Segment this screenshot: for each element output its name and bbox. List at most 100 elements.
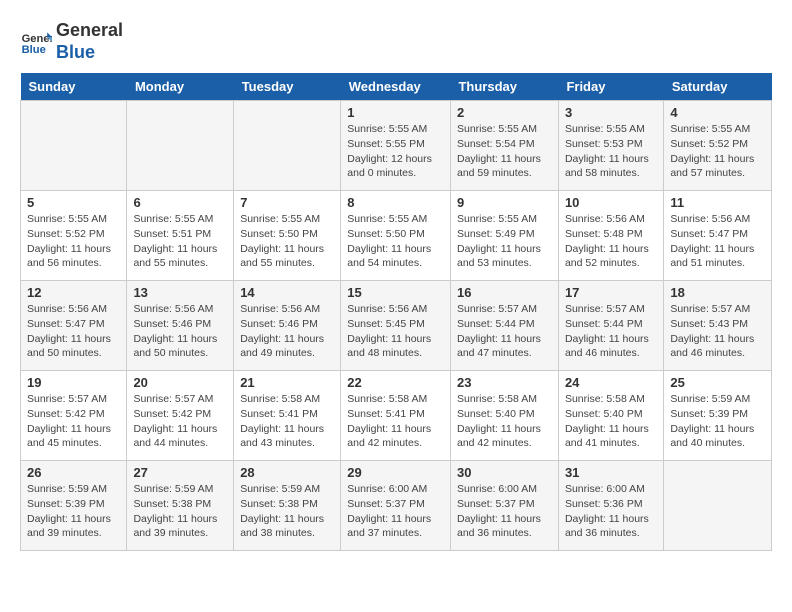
- calendar-cell: 28 Sunrise: 5:59 AMSunset: 5:38 PMDayligh…: [234, 461, 341, 551]
- day-number: 30: [457, 465, 552, 480]
- day-number: 10: [565, 195, 657, 210]
- calendar-cell: 2Sunrise: 5:55 AMSunset: 5:54 PMDaylight…: [450, 101, 558, 191]
- day-info: Sunrise: 5:58 AMSunset: 5:40 PMDaylight:…: [565, 392, 657, 451]
- day-number: 15: [347, 285, 444, 300]
- weekday-header-thursday: Thursday: [450, 73, 558, 101]
- day-number: 9: [457, 195, 552, 210]
- svg-text:Blue: Blue: [22, 44, 46, 56]
- day-number: 25: [670, 375, 765, 390]
- day-info: Sunrise: 6:00 AMSunset: 5:36 PMDaylight:…: [565, 482, 657, 541]
- day-info: Sunrise: 5:59 AMSunset: 5:38 PMDaylight:…: [133, 482, 227, 541]
- weekday-header-tuesday: Tuesday: [234, 73, 341, 101]
- calendar-cell: 25 Sunrise: 5:59 AMSunset: 5:39 PMDayligh…: [664, 371, 772, 461]
- calendar-cell: 4 Sunrise: 5:55 AMSunset: 5:52 PMDaylight…: [664, 101, 772, 191]
- calendar-cell: 16Sunrise: 5:57 AMSunset: 5:44 PMDayligh…: [450, 281, 558, 371]
- calendar-cell: 11 Sunrise: 5:56 AMSunset: 5:47 PMDayligh…: [664, 191, 772, 281]
- calendar-week-row: 19 Sunrise: 5:57 AMSunset: 5:42 PMDayligh…: [21, 371, 772, 461]
- day-number: 28: [240, 465, 334, 480]
- weekday-header-friday: Friday: [558, 73, 663, 101]
- day-number: 14: [240, 285, 334, 300]
- calendar-cell: 17 Sunrise: 5:57 AMSunset: 5:44 PMDayligh…: [558, 281, 663, 371]
- calendar-table: SundayMondayTuesdayWednesdayThursdayFrid…: [20, 73, 772, 551]
- day-info: Sunrise: 5:55 AMSunset: 5:52 PMDaylight:…: [670, 122, 765, 181]
- day-number: 8: [347, 195, 444, 210]
- day-info: Sunrise: 5:57 AMSunset: 5:42 PMDaylight:…: [133, 392, 227, 451]
- calendar-week-row: 5Sunrise: 5:55 AMSunset: 5:52 PMDaylight…: [21, 191, 772, 281]
- day-number: 16: [457, 285, 552, 300]
- day-number: 21: [240, 375, 334, 390]
- day-number: 22: [347, 375, 444, 390]
- day-info: Sunrise: 5:58 AMSunset: 5:41 PMDaylight:…: [347, 392, 444, 451]
- day-info: Sunrise: 5:55 AMSunset: 5:52 PMDaylight:…: [27, 212, 120, 271]
- calendar-cell: 7Sunrise: 5:55 AMSunset: 5:50 PMDaylight…: [234, 191, 341, 281]
- day-number: 24: [565, 375, 657, 390]
- day-info: Sunrise: 5:57 AMSunset: 5:43 PMDaylight:…: [670, 302, 765, 361]
- day-number: 13: [133, 285, 227, 300]
- logo-icon: General Blue: [20, 26, 52, 58]
- day-number: 18: [670, 285, 765, 300]
- calendar-cell: 22 Sunrise: 5:58 AMSunset: 5:41 PMDayligh…: [341, 371, 451, 461]
- day-info: Sunrise: 5:56 AMSunset: 5:46 PMDaylight:…: [240, 302, 334, 361]
- day-number: 27: [133, 465, 227, 480]
- calendar-cell: 1 Sunrise: 5:55 AMSunset: 5:55 PMDaylight…: [341, 101, 451, 191]
- calendar-cell: 12 Sunrise: 5:56 AMSunset: 5:47 PMDayligh…: [21, 281, 127, 371]
- calendar-cell: 6Sunrise: 5:55 AMSunset: 5:51 PMDaylight…: [127, 191, 234, 281]
- calendar-cell: 29 Sunrise: 6:00 AMSunset: 5:37 PMDayligh…: [341, 461, 451, 551]
- calendar-cell: 9 Sunrise: 5:55 AMSunset: 5:49 PMDaylight…: [450, 191, 558, 281]
- calendar-cell: 18 Sunrise: 5:57 AMSunset: 5:43 PMDayligh…: [664, 281, 772, 371]
- day-number: 4: [670, 105, 765, 120]
- calendar-week-row: 26 Sunrise: 5:59 AMSunset: 5:39 PMDayligh…: [21, 461, 772, 551]
- calendar-cell: 3Sunrise: 5:55 AMSunset: 5:53 PMDaylight…: [558, 101, 663, 191]
- calendar-cell: 30Sunrise: 6:00 AMSunset: 5:37 PMDayligh…: [450, 461, 558, 551]
- day-number: 1: [347, 105, 444, 120]
- calendar-cell: 24 Sunrise: 5:58 AMSunset: 5:40 PMDayligh…: [558, 371, 663, 461]
- weekday-header-wednesday: Wednesday: [341, 73, 451, 101]
- day-number: 20: [133, 375, 227, 390]
- calendar-cell: 20 Sunrise: 5:57 AMSunset: 5:42 PMDayligh…: [127, 371, 234, 461]
- calendar-cell: [127, 101, 234, 191]
- day-number: 17: [565, 285, 657, 300]
- day-number: 2: [457, 105, 552, 120]
- day-number: 23: [457, 375, 552, 390]
- calendar-cell: [234, 101, 341, 191]
- day-info: Sunrise: 5:59 AMSunset: 5:39 PMDaylight:…: [670, 392, 765, 451]
- calendar-cell: 15 Sunrise: 5:56 AMSunset: 5:45 PMDayligh…: [341, 281, 451, 371]
- calendar-cell: 13 Sunrise: 5:56 AMSunset: 5:46 PMDayligh…: [127, 281, 234, 371]
- weekday-header-sunday: Sunday: [21, 73, 127, 101]
- day-number: 26: [27, 465, 120, 480]
- day-info: Sunrise: 5:56 AMSunset: 5:47 PMDaylight:…: [27, 302, 120, 361]
- day-info: Sunrise: 5:56 AMSunset: 5:46 PMDaylight:…: [133, 302, 227, 361]
- day-info: Sunrise: 5:55 AMSunset: 5:55 PMDaylight:…: [347, 122, 444, 181]
- logo: General Blue GeneralBlue: [20, 20, 123, 63]
- weekday-header-monday: Monday: [127, 73, 234, 101]
- day-info: Sunrise: 5:57 AMSunset: 5:44 PMDaylight:…: [565, 302, 657, 361]
- day-info: Sunrise: 5:55 AMSunset: 5:50 PMDaylight:…: [347, 212, 444, 271]
- calendar-week-row: 12 Sunrise: 5:56 AMSunset: 5:47 PMDayligh…: [21, 281, 772, 371]
- calendar-cell: [664, 461, 772, 551]
- day-info: Sunrise: 5:55 AMSunset: 5:51 PMDaylight:…: [133, 212, 227, 271]
- calendar-cell: 21 Sunrise: 5:58 AMSunset: 5:41 PMDayligh…: [234, 371, 341, 461]
- day-info: Sunrise: 5:58 AMSunset: 5:40 PMDaylight:…: [457, 392, 552, 451]
- calendar-cell: 5Sunrise: 5:55 AMSunset: 5:52 PMDaylight…: [21, 191, 127, 281]
- day-number: 3: [565, 105, 657, 120]
- calendar-cell: 26 Sunrise: 5:59 AMSunset: 5:39 PMDayligh…: [21, 461, 127, 551]
- calendar-week-row: 1 Sunrise: 5:55 AMSunset: 5:55 PMDaylight…: [21, 101, 772, 191]
- calendar-cell: 23 Sunrise: 5:58 AMSunset: 5:40 PMDayligh…: [450, 371, 558, 461]
- calendar-cell: [21, 101, 127, 191]
- day-number: 31: [565, 465, 657, 480]
- calendar-cell: 27 Sunrise: 5:59 AMSunset: 5:38 PMDayligh…: [127, 461, 234, 551]
- day-info: Sunrise: 5:56 AMSunset: 5:45 PMDaylight:…: [347, 302, 444, 361]
- day-info: Sunrise: 5:57 AMSunset: 5:42 PMDaylight:…: [27, 392, 120, 451]
- day-number: 29: [347, 465, 444, 480]
- day-number: 11: [670, 195, 765, 210]
- day-info: Sunrise: 5:59 AMSunset: 5:38 PMDaylight:…: [240, 482, 334, 541]
- weekday-header-saturday: Saturday: [664, 73, 772, 101]
- day-info: Sunrise: 5:55 AMSunset: 5:49 PMDaylight:…: [457, 212, 552, 271]
- day-number: 19: [27, 375, 120, 390]
- day-info: Sunrise: 5:59 AMSunset: 5:39 PMDaylight:…: [27, 482, 120, 541]
- day-info: Sunrise: 6:00 AMSunset: 5:37 PMDaylight:…: [347, 482, 444, 541]
- calendar-cell: 10Sunrise: 5:56 AMSunset: 5:48 PMDayligh…: [558, 191, 663, 281]
- day-info: Sunrise: 5:58 AMSunset: 5:41 PMDaylight:…: [240, 392, 334, 451]
- day-info: Sunrise: 5:56 AMSunset: 5:47 PMDaylight:…: [670, 212, 765, 271]
- day-number: 12: [27, 285, 120, 300]
